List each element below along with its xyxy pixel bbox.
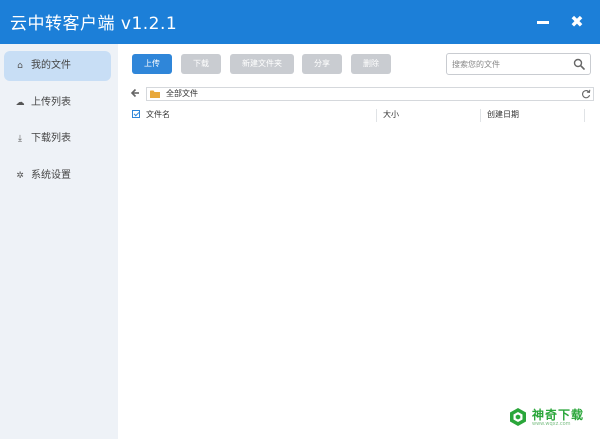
- select-all-checkbox[interactable]: [132, 110, 140, 118]
- gear-icon: ✲: [16, 171, 24, 181]
- watermark-url: www.wqxz.com: [532, 421, 571, 427]
- app-title: 云中转客户端 v1.2.1: [10, 14, 178, 34]
- sidebar-item-label: 系统设置: [31, 170, 71, 181]
- upload-button[interactable]: 上传: [132, 54, 172, 74]
- column-divider: [480, 109, 481, 122]
- sidebar-item-download-list[interactable]: ⤓ 下载列表: [4, 124, 111, 154]
- current-path[interactable]: 全部文件: [166, 88, 198, 100]
- close-button[interactable]: ✖: [568, 13, 586, 31]
- download-icon: ⤓: [18, 134, 22, 144]
- column-header-filename[interactable]: 文件名: [146, 107, 170, 123]
- column-divider: [584, 109, 585, 122]
- back-arrow-icon[interactable]: [130, 87, 140, 99]
- column-divider: [376, 109, 377, 122]
- download-button[interactable]: 下载: [181, 54, 221, 74]
- share-button[interactable]: 分享: [302, 54, 342, 74]
- minimize-button[interactable]: [534, 13, 552, 31]
- folder-icon: [150, 90, 160, 98]
- watermark-logo-icon: [510, 408, 526, 426]
- home-icon: ⌂: [17, 61, 23, 71]
- column-header-size[interactable]: 大小: [383, 107, 399, 123]
- search-input[interactable]: [452, 57, 570, 71]
- search-icon[interactable]: [573, 58, 585, 70]
- sidebar-item-my-files[interactable]: ⌂ 我的文件: [4, 51, 111, 81]
- column-header-created-date[interactable]: 创建日期: [487, 107, 519, 123]
- minimize-icon: [537, 21, 549, 24]
- sidebar-item-label: 下载列表: [31, 133, 71, 144]
- delete-button[interactable]: 删除: [351, 54, 391, 74]
- file-table-header: 文件名 大小 创建日期: [130, 107, 594, 123]
- cloud-upload-icon: ☁: [15, 98, 25, 108]
- close-icon: ✖: [570, 12, 584, 31]
- refresh-icon[interactable]: [581, 89, 591, 99]
- sidebar: ⌂ 我的文件 ☁ 上传列表 ⤓ 下载列表 ✲ 系统设置: [0, 44, 118, 439]
- watermark: 神奇下载 www.wqxz.com: [508, 404, 592, 430]
- sidebar-item-settings[interactable]: ✲ 系统设置: [4, 161, 111, 191]
- sidebar-item-upload-list[interactable]: ☁ 上传列表: [4, 88, 111, 118]
- sidebar-item-label: 上传列表: [31, 97, 71, 108]
- new-folder-button[interactable]: 新建文件夹: [230, 54, 294, 74]
- search-box: [446, 53, 591, 75]
- title-bar: 云中转客户端 v1.2.1 ✖: [0, 0, 600, 44]
- path-bar: 全部文件: [146, 87, 594, 101]
- sidebar-item-label: 我的文件: [31, 60, 71, 71]
